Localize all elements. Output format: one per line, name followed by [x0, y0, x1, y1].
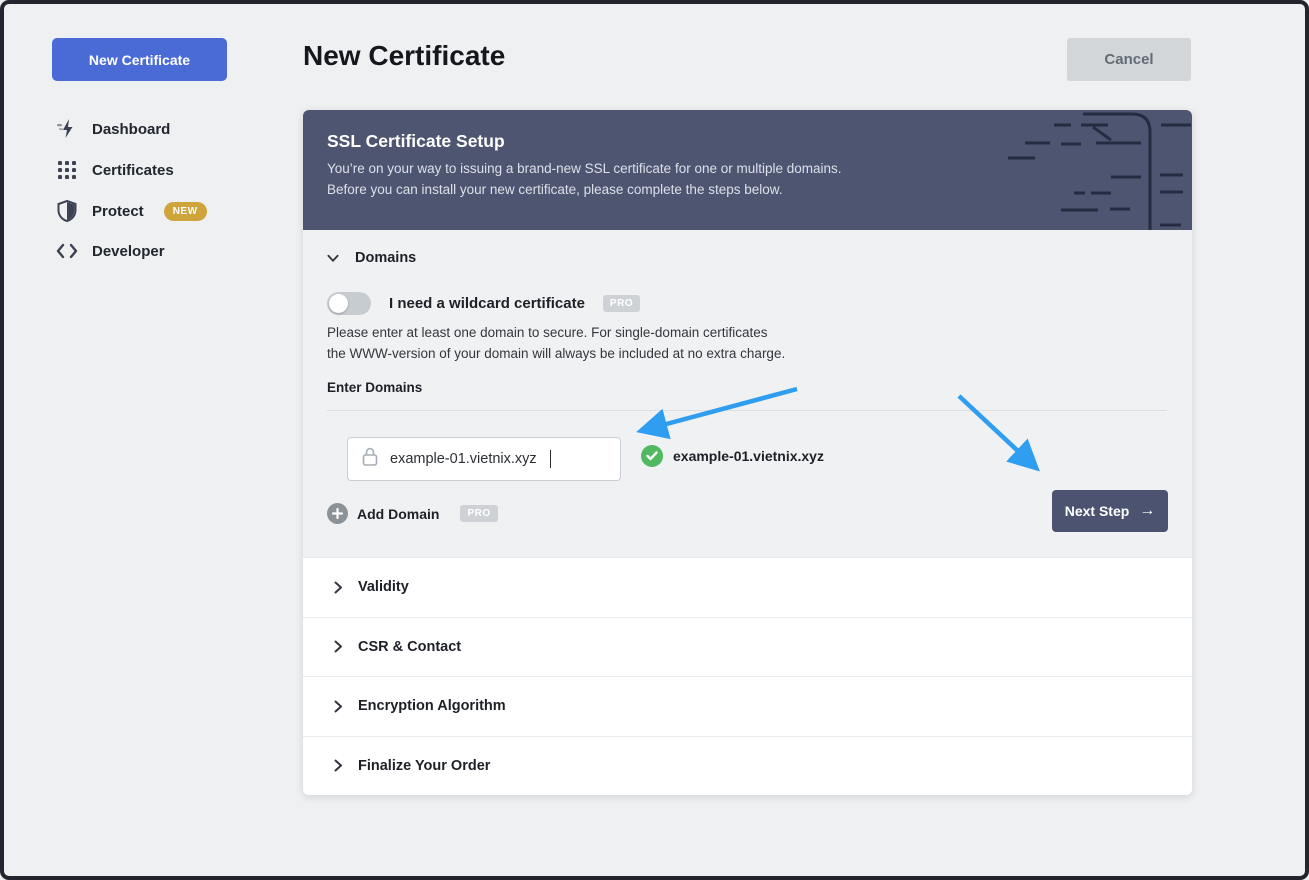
domain-input[interactable]: example-01.vietnix.xyz	[347, 437, 621, 481]
accordion-row-label: CSR & Contact	[358, 639, 461, 655]
certificate-decoration	[980, 110, 1192, 230]
accordion-row-label: Finalize Your Order	[358, 758, 490, 774]
certificates-grid-icon	[56, 159, 78, 181]
divider	[327, 410, 1167, 411]
chevron-right-icon	[332, 759, 344, 772]
accordion-row-label: Encryption Algorithm	[358, 698, 506, 714]
next-step-button[interactable]: Next Step →	[1052, 490, 1168, 532]
sidebar-item-protect[interactable]: Protect NEW	[56, 198, 207, 224]
new-certificate-button[interactable]: New Certificate	[52, 38, 227, 81]
shield-icon	[56, 200, 78, 222]
chevron-right-icon	[332, 640, 344, 653]
ssl-setup-title: SSL Certificate Setup	[327, 131, 505, 152]
right-arrow-icon: →	[1139, 502, 1155, 520]
page-title: New Certificate	[303, 40, 505, 72]
ssl-setup-description: You’re on your way to issuing a brand-ne…	[327, 158, 842, 200]
wildcard-toggle-label: I need a wildcard certificate	[389, 295, 585, 312]
enter-domains-label: Enter Domains	[327, 380, 422, 395]
wildcard-toggle[interactable]	[327, 292, 371, 315]
app-window: New Certificate Dashboard Certificates	[0, 0, 1309, 880]
accordion-row-label: Validity	[358, 579, 409, 595]
cancel-button[interactable]: Cancel	[1067, 38, 1191, 81]
sidebar-item-label: Protect	[92, 203, 144, 220]
text-cursor	[550, 450, 552, 468]
toggle-knob	[329, 294, 348, 313]
accordion-row-encryption-algorithm[interactable]: Encryption Algorithm	[303, 676, 1192, 736]
domains-helper-text: Please enter at least one domain to secu…	[327, 322, 785, 364]
validated-domain-row: example-01.vietnix.xyz	[641, 445, 824, 467]
code-brackets-icon	[56, 240, 78, 262]
dashboard-bolt-icon	[56, 118, 78, 140]
sidebar-item-label: Dashboard	[92, 121, 170, 138]
certificate-setup-card: SSL Certificate Setup You’re on your way…	[303, 110, 1192, 795]
sidebar-item-label: Certificates	[92, 162, 174, 179]
sidebar-item-dashboard[interactable]: Dashboard	[56, 116, 170, 142]
pro-badge: PRO	[460, 505, 497, 522]
add-domain-label: Add Domain	[357, 506, 439, 522]
accordion-row-csr-contact[interactable]: CSR & Contact	[303, 617, 1192, 677]
wildcard-toggle-row: I need a wildcard certificate PRO	[327, 292, 640, 315]
check-circle-icon	[641, 445, 663, 467]
validated-domain-text: example-01.vietnix.xyz	[673, 448, 824, 464]
ssl-setup-panel: SSL Certificate Setup You’re on your way…	[303, 110, 1192, 230]
chevron-right-icon	[332, 581, 344, 594]
sidebar-item-label: Developer	[92, 243, 165, 260]
sidebar-item-developer[interactable]: Developer	[56, 238, 165, 264]
pro-badge: PRO	[603, 295, 640, 312]
plus-icon	[327, 503, 348, 524]
new-badge: NEW	[164, 202, 207, 221]
domains-accordion-header[interactable]: Domains	[327, 250, 416, 266]
sidebar-item-certificates[interactable]: Certificates	[56, 157, 174, 183]
accordion-row-validity[interactable]: Validity	[303, 557, 1192, 617]
lock-icon	[362, 447, 378, 471]
next-step-label: Next Step	[1065, 503, 1130, 519]
domain-input-value: example-01.vietnix.xyz	[390, 451, 537, 467]
chevron-down-icon	[327, 254, 339, 263]
domains-section-label: Domains	[355, 250, 416, 266]
add-domain-button[interactable]: Add Domain PRO	[327, 503, 498, 524]
accordion-list: Validity CSR & Contact Encryption Algori…	[303, 557, 1192, 795]
chevron-right-icon	[332, 700, 344, 713]
domains-section: Domains I need a wildcard certificate PR…	[303, 230, 1192, 557]
accordion-row-finalize-order[interactable]: Finalize Your Order	[303, 736, 1192, 796]
